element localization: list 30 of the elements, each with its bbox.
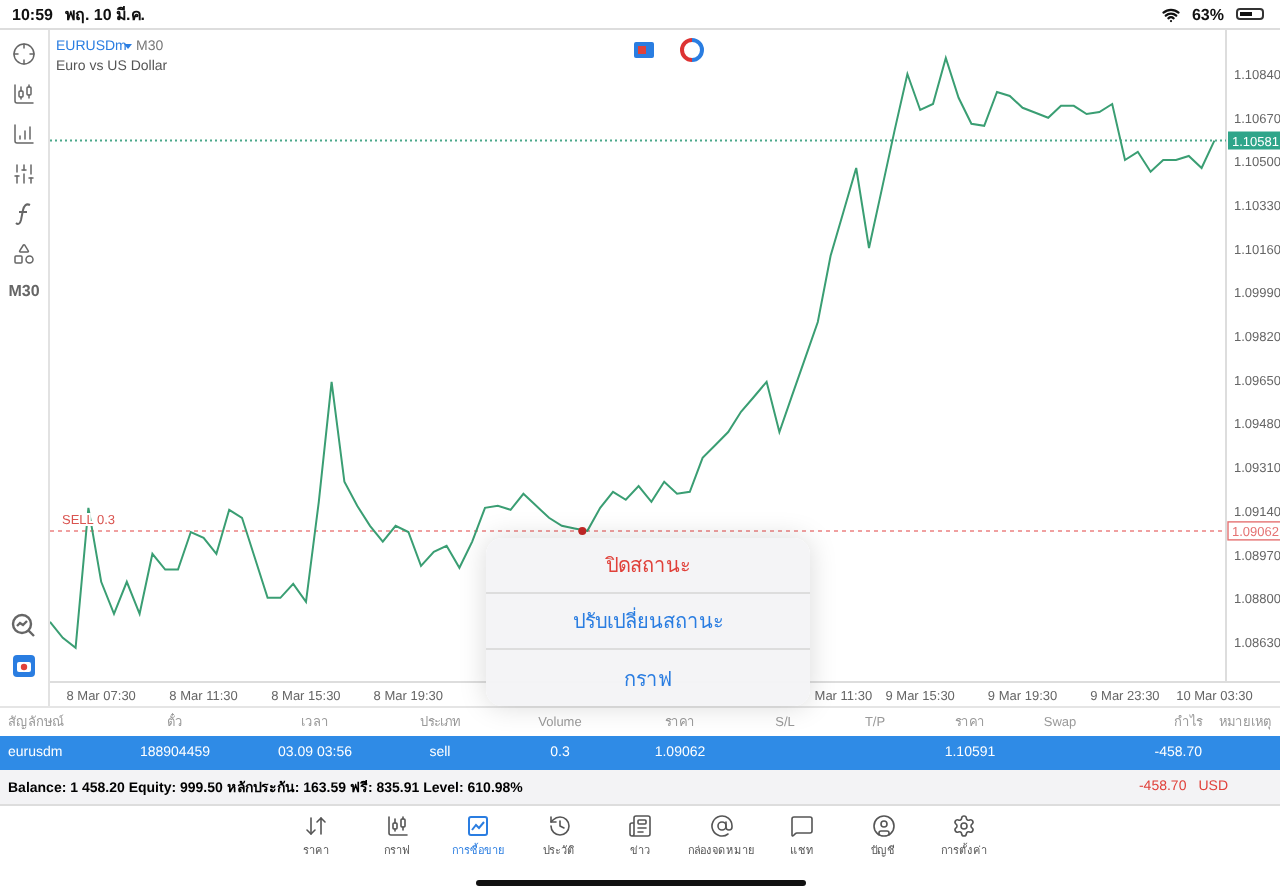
wifi-icon (1161, 5, 1180, 23)
user-icon (871, 814, 895, 838)
clock: 10:59 (12, 5, 53, 23)
menu-item[interactable]: กราฟ (486, 650, 810, 706)
date: พฤ. 10 มี.ค. (64, 3, 145, 27)
caret-icon (123, 44, 132, 49)
menu-item[interactable]: ปรับเปลี่ยนสถานะ (486, 594, 810, 650)
trade-icon[interactable] (11, 654, 36, 678)
menu-item[interactable]: ปิดสถานะ (486, 538, 810, 594)
line-chart-icon (466, 814, 490, 838)
battery-icon (1236, 8, 1264, 20)
history-icon (547, 814, 571, 838)
shapes-icon[interactable] (11, 242, 36, 266)
candlestick-icon[interactable] (11, 82, 36, 106)
chat-icon (790, 814, 814, 838)
entry-marker (578, 526, 587, 535)
sliders-icon[interactable] (11, 162, 36, 186)
function-icon[interactable] (11, 202, 36, 226)
ring-icon[interactable] (680, 38, 704, 62)
timeframe-button[interactable]: M30 (8, 282, 40, 300)
battery-percent: 63% (1191, 5, 1224, 23)
arrows-icon (304, 814, 328, 838)
candlestick-icon (385, 814, 409, 838)
newspaper-icon (628, 814, 652, 838)
crosshair-icon[interactable] (11, 42, 36, 66)
settings-icon (952, 814, 976, 838)
bar-chart-icon[interactable] (11, 122, 36, 146)
one-click-icon[interactable] (633, 42, 654, 58)
at-sign-icon (709, 814, 733, 838)
chart-search-icon[interactable] (10, 612, 37, 638)
